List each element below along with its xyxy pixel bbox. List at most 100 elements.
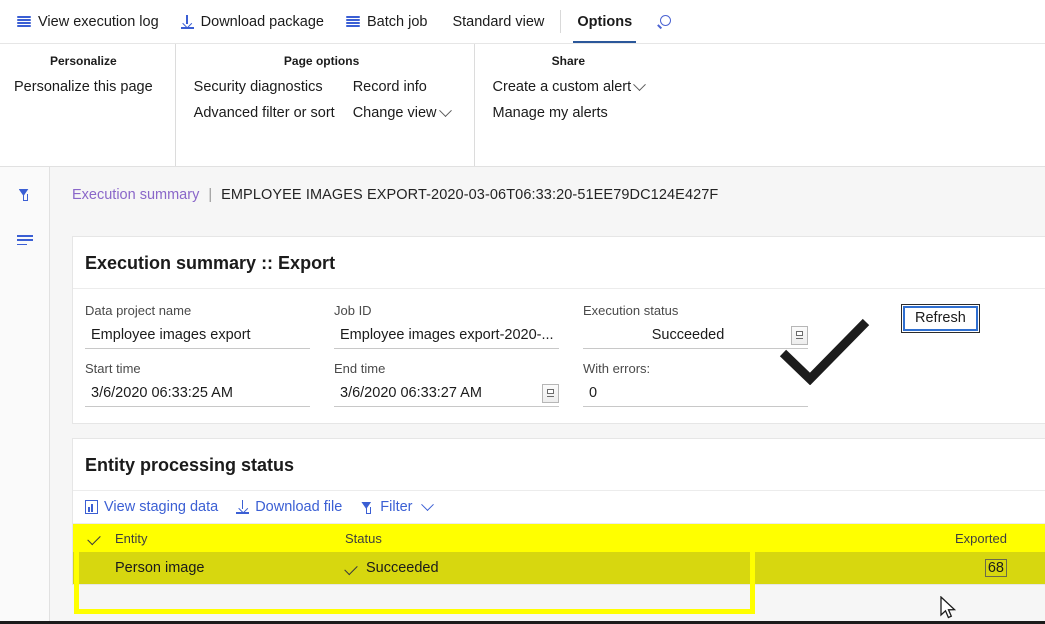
- execution-status-input[interactable]: Succeeded: [583, 327, 787, 343]
- toolbar-item-download-package[interactable]: Download package: [170, 0, 335, 43]
- column-header-status[interactable]: Status: [345, 531, 525, 546]
- toolbar-item-label: Batch job: [367, 13, 428, 30]
- ribbon-group-title: Page options: [283, 54, 360, 68]
- check-icon: [344, 561, 358, 575]
- field-end-time: End time 3/6/2020 06:33:27 AM: [334, 361, 559, 407]
- field-start-time: Start time 3/6/2020 06:33:25 AM: [85, 361, 310, 407]
- cell-exported-value: 68: [984, 559, 1007, 577]
- ribbon-link-manage-my-alerts[interactable]: Manage my alerts: [493, 104, 645, 122]
- breadcrumb-link-execution-summary[interactable]: Execution summary: [72, 187, 199, 203]
- search-button[interactable]: [646, 0, 684, 43]
- job-id-input[interactable]: Employee images export-2020-...: [334, 327, 559, 343]
- list-icon: [17, 16, 31, 27]
- ribbon-link-label: Manage my alerts: [492, 105, 608, 121]
- grid-toolbar-label: View staging data: [104, 499, 219, 515]
- page-body: Execution summary | EMPLOYEE IMAGES EXPO…: [0, 167, 1045, 624]
- ribbon-link-label: Advanced filter or sort: [193, 105, 335, 121]
- column-header-exported[interactable]: Exported: [525, 531, 1045, 546]
- page-title: Execution summary :: Export: [73, 237, 1045, 289]
- toolbar-divider: [560, 10, 562, 33]
- options-ribbon: Personalize Personalize this page Page o…: [0, 44, 1045, 167]
- entity-grid: Entity Status Exported Person image Succ…: [73, 524, 1045, 584]
- list-icon: [346, 16, 360, 27]
- field-execution-status: Execution status Succeeded: [583, 303, 808, 349]
- chevron-down-icon: [438, 103, 452, 117]
- download-icon: [180, 14, 194, 29]
- field-label: Start time: [85, 361, 141, 376]
- left-rail: [0, 167, 50, 624]
- grid-toolbar: View staging data Download file Filter: [73, 491, 1045, 524]
- ribbon-link-advanced-filter-or-sort[interactable]: Advanced filter or sort: [194, 104, 335, 122]
- start-time-input[interactable]: 3/6/2020 06:33:25 AM: [85, 385, 310, 401]
- view-staging-data-button[interactable]: View staging data: [85, 499, 218, 515]
- field-with-errors: With errors: 0: [583, 361, 808, 407]
- breadcrumb-current: EMPLOYEE IMAGES EXPORT-2020-03-06T06:33:…: [221, 187, 719, 203]
- check-mark-icon: [779, 318, 870, 385]
- cell-status: Succeeded: [344, 560, 525, 576]
- tab-label: Options: [577, 13, 633, 30]
- cell-status-label: Succeeded: [366, 560, 439, 576]
- summary-form: Data project name Employee images export…: [73, 289, 1045, 423]
- download-icon: [236, 500, 250, 514]
- table-row[interactable]: Person image Succeeded 68: [73, 552, 1045, 584]
- ribbon-link-record-info[interactable]: Record info: [353, 78, 450, 96]
- field-job-id: Job ID Employee images export-2020-...: [334, 303, 559, 349]
- chevron-down-icon: [633, 77, 647, 91]
- column-header-entity[interactable]: Entity: [115, 531, 345, 546]
- field-data-project-name: Data project name Employee images export: [85, 303, 310, 349]
- breadcrumb-separator: |: [208, 187, 213, 203]
- toolbar-item-label: View execution log: [38, 13, 159, 30]
- staging-data-icon: [85, 500, 98, 514]
- check-icon: [87, 531, 101, 545]
- download-file-button[interactable]: Download file: [236, 499, 342, 515]
- grid-header-row: Entity Status Exported: [73, 524, 1045, 552]
- tab-options[interactable]: Options: [563, 0, 646, 43]
- field-label: Data project name: [85, 303, 192, 318]
- field-label: With errors:: [583, 361, 651, 376]
- breadcrumb: Execution summary | EMPLOYEE IMAGES EXPO…: [50, 167, 1045, 236]
- field-label: Job ID: [334, 303, 372, 318]
- grid-toolbar-label: Filter: [380, 499, 413, 515]
- field-label: Execution status: [583, 303, 679, 318]
- section-title: Entity processing status: [73, 439, 1045, 491]
- filter-funnel-icon: [360, 500, 374, 515]
- cell-exported[interactable]: 68: [525, 559, 1045, 577]
- ribbon-group-title: Personalize: [49, 54, 117, 68]
- grid-toolbar-label: Download file: [255, 499, 343, 515]
- execution-summary-card: Execution summary :: Export Data project…: [72, 236, 1045, 424]
- field-label: End time: [334, 361, 386, 376]
- tab-label: Standard view: [452, 13, 545, 30]
- filter-funnel-icon: [18, 187, 32, 202]
- calendar-icon[interactable]: [542, 383, 559, 403]
- ribbon-link-label: Create a custom alert: [492, 79, 632, 95]
- ribbon-group-personalize: Personalize Personalize this page: [0, 44, 175, 166]
- cell-entity: Person image: [115, 560, 205, 576]
- refresh-button[interactable]: Refresh: [901, 304, 980, 333]
- ribbon-link-label: Change view: [352, 105, 437, 121]
- ribbon-link-label: Personalize this page: [14, 79, 153, 95]
- app-toolbar: View execution log Download package Batc…: [0, 0, 1045, 44]
- end-time-input[interactable]: 3/6/2020 06:33:27 AM: [334, 385, 538, 401]
- toolbar-item-label: Download package: [200, 13, 324, 30]
- content-area: Execution summary | EMPLOYEE IMAGES EXPO…: [50, 167, 1045, 624]
- mouse-cursor: [940, 596, 957, 619]
- ribbon-group-title: Share: [551, 54, 586, 68]
- ribbon-link-create-a-custom-alert[interactable]: Create a custom alert: [492, 77, 647, 96]
- rail-filter-button[interactable]: [14, 183, 36, 205]
- ribbon-link-personalize-this-page[interactable]: Personalize this page: [14, 78, 153, 96]
- tab-standard-view[interactable]: Standard view: [438, 0, 558, 43]
- search-icon: [657, 14, 673, 30]
- filter-button[interactable]: Filter: [360, 497, 434, 515]
- show-list-icon: [16, 235, 33, 245]
- toolbar-item-batch-job[interactable]: Batch job: [335, 0, 438, 43]
- toolbar-item-view-execution-log[interactable]: View execution log: [6, 0, 170, 43]
- select-all-checkbox[interactable]: [73, 531, 115, 545]
- chevron-down-icon: [420, 497, 434, 511]
- ribbon-link-security-diagnostics[interactable]: Security diagnostics: [194, 78, 335, 96]
- ribbon-link-change-view[interactable]: Change view: [352, 103, 452, 122]
- rail-show-list-button[interactable]: [14, 229, 36, 251]
- data-project-name-input[interactable]: Employee images export: [85, 327, 310, 343]
- with-errors-input[interactable]: 0: [583, 385, 808, 401]
- ribbon-link-label: Record info: [352, 79, 427, 95]
- entity-processing-status-card: Entity processing status View staging da…: [72, 438, 1045, 585]
